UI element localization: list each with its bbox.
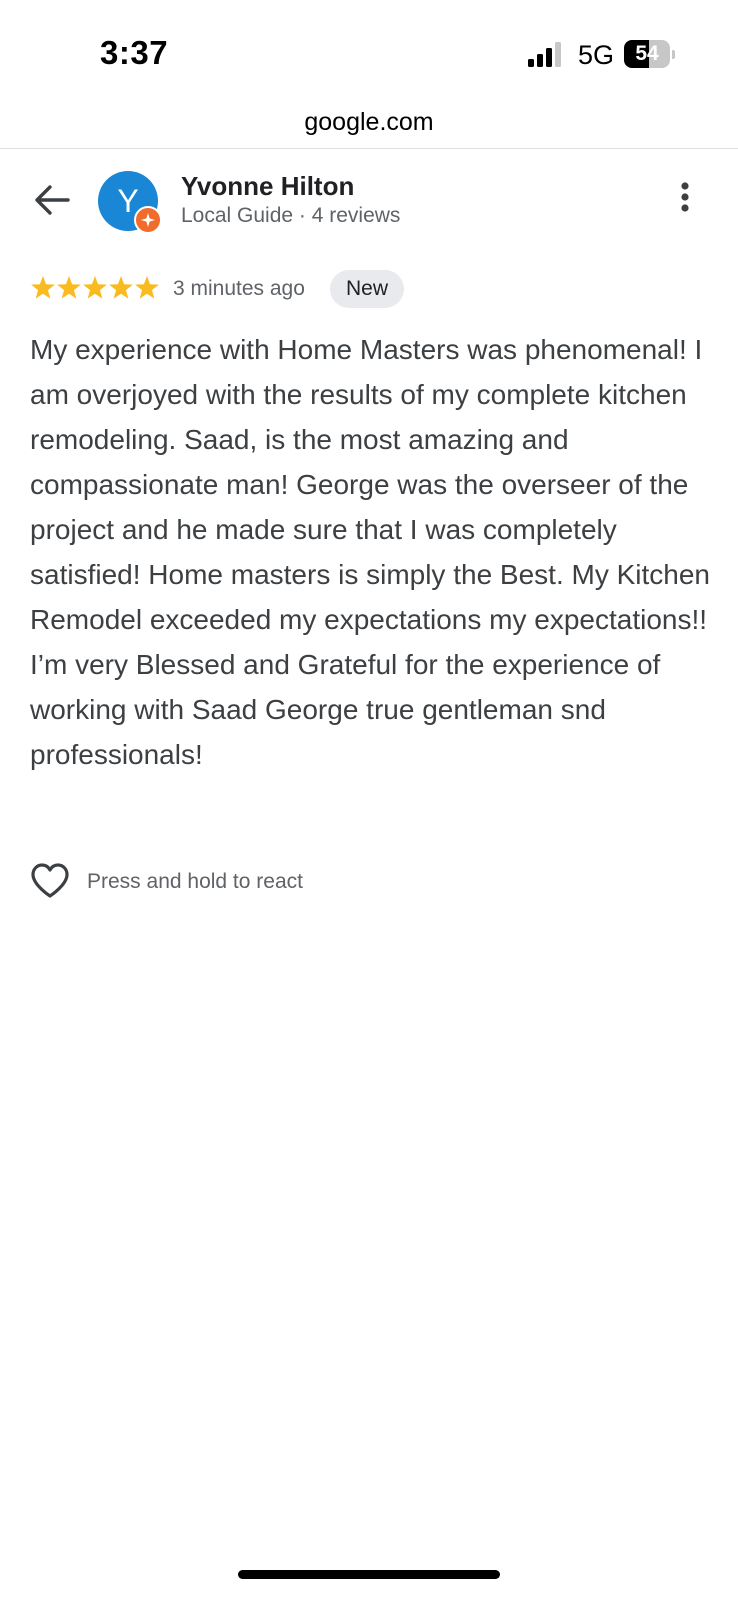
local-guide-badge-icon bbox=[134, 206, 162, 234]
react-label: Press and hold to react bbox=[87, 870, 303, 893]
review-text: My experience with Home Masters was phen… bbox=[30, 334, 710, 770]
battery-icon: 54 bbox=[624, 40, 676, 68]
arrow-back-icon[interactable] bbox=[30, 178, 74, 222]
signal-icon bbox=[528, 42, 561, 67]
network-label: 5G bbox=[578, 40, 615, 70]
star-icon bbox=[57, 276, 81, 299]
review-time: 3 minutes ago bbox=[173, 277, 305, 300]
battery-percentage: 54 bbox=[635, 42, 659, 65]
status-bar: 3:37 5G 54 bbox=[0, 0, 738, 100]
new-badge: New bbox=[330, 270, 405, 308]
reviewer-name[interactable]: Yvonne Hilton bbox=[181, 171, 354, 202]
star-icon bbox=[109, 276, 133, 299]
reviewer-meta: Local Guide · 4 reviews bbox=[181, 204, 401, 227]
star-icon bbox=[135, 276, 159, 299]
status-time: 3:37 bbox=[100, 34, 169, 71]
star-icon bbox=[83, 276, 107, 299]
url-bar[interactable]: google.com bbox=[0, 100, 738, 149]
home-indicator[interactable] bbox=[238, 1570, 500, 1579]
star-icon bbox=[31, 276, 55, 299]
star-rating bbox=[31, 276, 159, 299]
url-text[interactable]: google.com bbox=[304, 108, 433, 137]
heart-outline-icon[interactable] bbox=[30, 862, 70, 900]
more-vertical-icon[interactable] bbox=[665, 180, 705, 220]
